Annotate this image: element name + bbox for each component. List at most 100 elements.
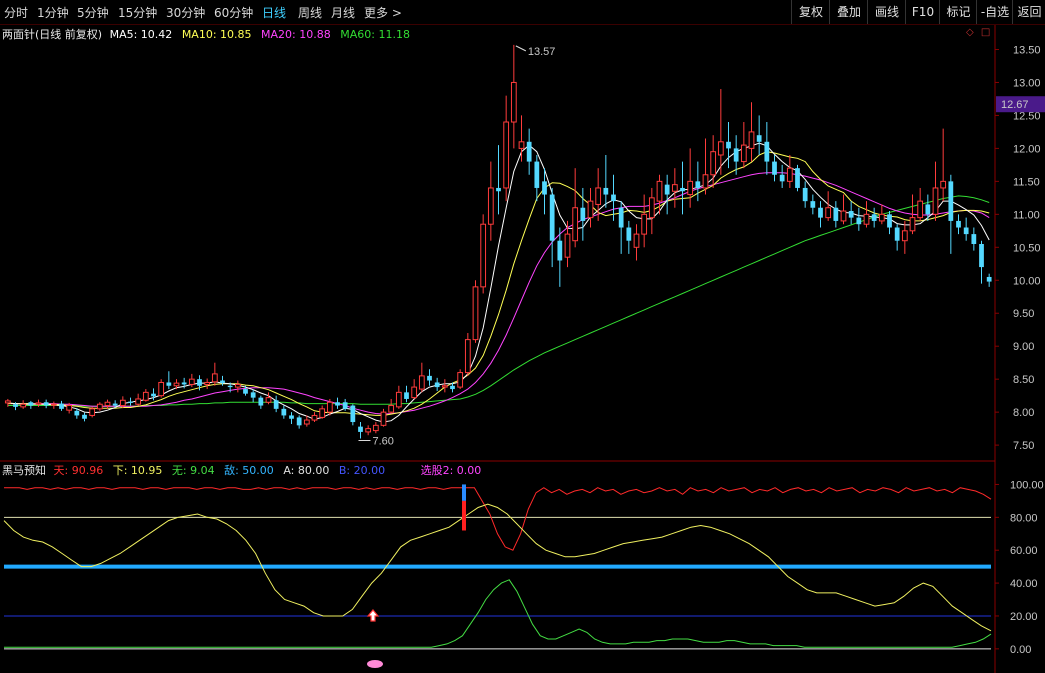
period-tab-0[interactable]: 分时 [4, 4, 28, 21]
candle-body [319, 408, 326, 418]
xia-legend: 下: 10.95 [112, 464, 163, 477]
period-tab-1[interactable]: 1分钟 [37, 4, 69, 21]
toolbar-button-5[interactable]: -自选 [976, 0, 1013, 24]
candle-body [940, 180, 947, 189]
period-tab-4[interactable]: 30分钟 [166, 4, 205, 21]
period-tab-5[interactable]: 60分钟 [214, 4, 253, 21]
candle-body [13, 404, 18, 407]
candle-body [587, 200, 594, 219]
candle-body [342, 402, 348, 409]
xuangu-legend: 选股2: 0.00 [420, 464, 482, 477]
candle-body [388, 405, 395, 413]
candle-body [243, 389, 248, 394]
candle [925, 194, 931, 221]
candle-body [43, 402, 49, 406]
candle [764, 122, 770, 175]
candle [863, 201, 870, 228]
indicator-series-0 [4, 487, 992, 551]
candle [986, 273, 992, 287]
candle-body [258, 397, 264, 406]
price-tick-label: 7.50 [1013, 440, 1034, 452]
candle-body [450, 385, 455, 390]
candle [204, 378, 211, 390]
candle [664, 174, 670, 215]
candle-body [464, 339, 471, 374]
candle [580, 187, 586, 241]
candle [211, 362, 218, 386]
candle [549, 187, 555, 268]
candle-body [740, 144, 747, 163]
indicator-chart[interactable]: 0.00 20.00 40.00 60.00 80.00 100.00 [0, 462, 1045, 673]
candle-body [717, 141, 724, 156]
candle-body [281, 408, 287, 416]
candle-body [971, 234, 977, 244]
candle-body [726, 141, 731, 149]
candle-body [956, 220, 961, 228]
candle [380, 408, 387, 427]
toolbar-button-1[interactable]: 叠加 [829, 0, 868, 24]
candle [496, 145, 501, 215]
candle-body [188, 378, 195, 385]
candle [894, 224, 900, 251]
period-tab-3[interactable]: 15分钟 [118, 4, 157, 21]
candle-body [135, 398, 142, 405]
candle-body [656, 180, 663, 202]
candle [948, 174, 954, 254]
candle-body [20, 403, 27, 408]
candle-body [4, 400, 11, 404]
candle-body [786, 167, 793, 182]
candle [648, 187, 655, 235]
period-tab-7[interactable]: 周线 [298, 4, 322, 21]
candle-body [74, 410, 80, 416]
period-tab-6[interactable]: 日线 [262, 4, 286, 21]
candle [273, 395, 279, 413]
candle [319, 405, 326, 419]
price-tick-label: 10.00 [1013, 275, 1041, 287]
candle-body [618, 207, 624, 228]
toolbar-button-3[interactable]: F10 [905, 0, 940, 24]
candle-body [963, 227, 969, 235]
window-icon[interactable]: □ [981, 27, 990, 38]
candle [618, 201, 624, 254]
period-tab-8[interactable]: 月线 [331, 4, 355, 21]
candle [687, 148, 694, 208]
candle [917, 187, 924, 221]
toolbar-button-6[interactable]: 返回 [1012, 0, 1045, 24]
period-tab-9[interactable]: 更多 > [364, 4, 402, 21]
candle [128, 397, 133, 406]
period-toolbar: 分时 1分钟 5分钟 15分钟 30分钟 60分钟 日线 周线 月线 更多 > 复权 叠加 画线 F10… [0, 0, 1045, 25]
candle-body [526, 141, 532, 162]
candle-body [496, 187, 501, 192]
period-tab-2[interactable]: 5分钟 [77, 4, 109, 21]
candle [487, 161, 494, 241]
candle [142, 389, 149, 402]
candle [810, 194, 816, 215]
high-price-label: 13.57 [528, 46, 556, 58]
ma60-line [7, 195, 990, 407]
candle [434, 377, 440, 392]
candle-body [680, 187, 685, 192]
candle [702, 138, 709, 195]
candle [756, 115, 762, 155]
price-tick-label: 11.50 [1013, 176, 1040, 188]
candle-body [825, 207, 832, 219]
price-tick-label: 8.00 [1013, 407, 1034, 419]
candle [158, 379, 165, 398]
candle [878, 204, 885, 225]
candlestick-chart[interactable]: 7.50 8.00 8.50 9.00 9.50 10.00 10.50 11.00 11.50… [0, 25, 1045, 462]
candle [89, 406, 96, 418]
price-tick-label: 13.50 [1013, 44, 1041, 56]
diamond-icon[interactable]: ◇ [966, 27, 974, 38]
signal-bar-blue [462, 484, 466, 501]
candle-body [158, 381, 165, 397]
candle [365, 425, 372, 436]
candle [671, 168, 678, 208]
main-legend: 两面针(日线 前复权) MA5: 10.42 MA10: 10.85 MA20:… [2, 26, 410, 42]
candle-body [112, 403, 118, 406]
toolbar-button-0[interactable]: 复权 [791, 0, 830, 24]
toolbar-button-2[interactable]: 画线 [867, 0, 906, 24]
candle-body [611, 194, 616, 202]
toolbar-button-4[interactable]: 标记 [939, 0, 977, 24]
candle [335, 397, 340, 409]
pink-marker-icon [367, 660, 383, 668]
